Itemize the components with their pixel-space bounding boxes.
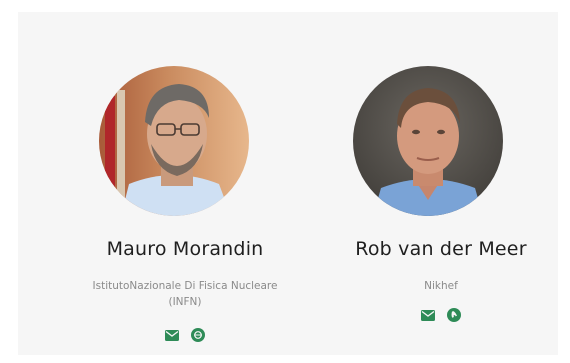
website-icon[interactable]: [189, 326, 207, 344]
person-affiliation: Nikhef: [424, 280, 458, 292]
portrait-photo: [99, 66, 249, 216]
speakers-panel: Mauro Morandin IstitutoNazionale Di Fisi…: [18, 12, 558, 355]
person-affiliation: IstitutoNazionale Di Fisica Nucleare (IN…: [92, 280, 278, 308]
portrait-photo: [353, 66, 503, 216]
avatar-rob-van-der-meer: [353, 66, 503, 216]
phone-icon[interactable]: [445, 306, 463, 324]
avatar-mauro-morandin: [99, 66, 249, 216]
contact-icons: [331, 306, 551, 324]
person-name: Mauro Morandin: [106, 238, 264, 260]
person-name: Rob van der Meer: [355, 238, 527, 260]
contact-icons: [75, 326, 295, 344]
email-icon[interactable]: [163, 326, 181, 344]
email-icon[interactable]: [419, 306, 437, 324]
